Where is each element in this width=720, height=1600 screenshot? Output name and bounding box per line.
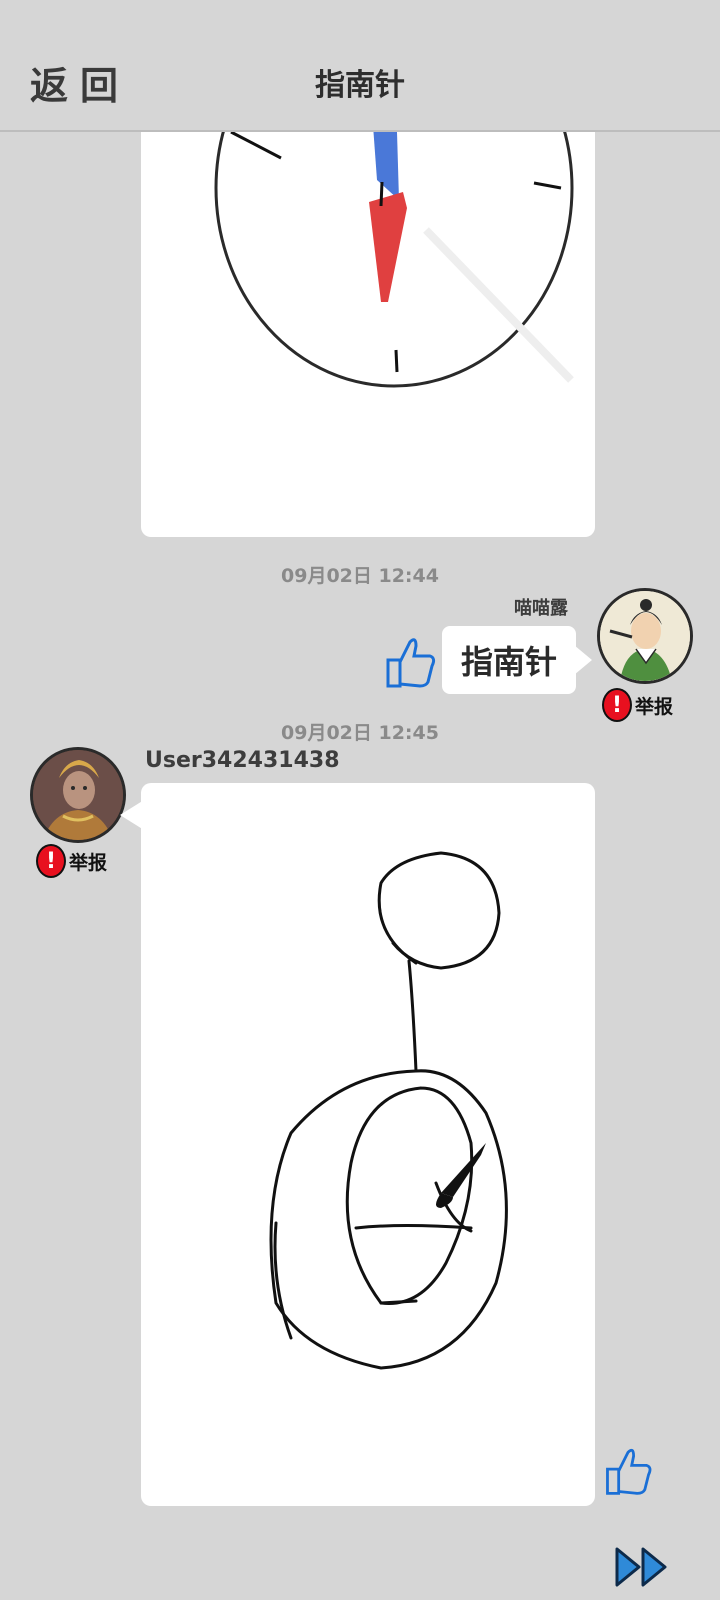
avatar-image: [33, 750, 123, 840]
message-bubble[interactable]: 指南针: [442, 626, 576, 694]
exclamation-icon: !: [602, 688, 632, 722]
timestamp: 09月02日 12:44: [281, 565, 439, 587]
report-button[interactable]: ! 举报: [602, 688, 673, 722]
page-title: 指南针: [315, 68, 405, 103]
drawing-card[interactable]: [141, 783, 595, 1506]
report-button[interactable]: ! 举报: [36, 844, 107, 878]
bubble-tail: [574, 645, 592, 675]
thumbs-up-icon[interactable]: [600, 1441, 656, 1501]
top-bar: 返回 指南针: [0, 0, 720, 132]
exclamation-icon: !: [36, 844, 66, 878]
sender-name: 喵喵露: [514, 598, 568, 619]
report-label: 举报: [69, 851, 108, 874]
timestamp: 09月02日 12:45: [281, 722, 439, 744]
sender-name: User342431438: [145, 748, 340, 773]
report-label: 举报: [635, 695, 674, 718]
fast-forward-icon[interactable]: [613, 1545, 673, 1589]
avatar[interactable]: [30, 747, 126, 843]
avatar[interactable]: [597, 588, 693, 684]
thumbs-up-icon[interactable]: [380, 632, 440, 692]
user-drawing: [269, 851, 508, 1370]
avatar-image: [600, 591, 690, 681]
